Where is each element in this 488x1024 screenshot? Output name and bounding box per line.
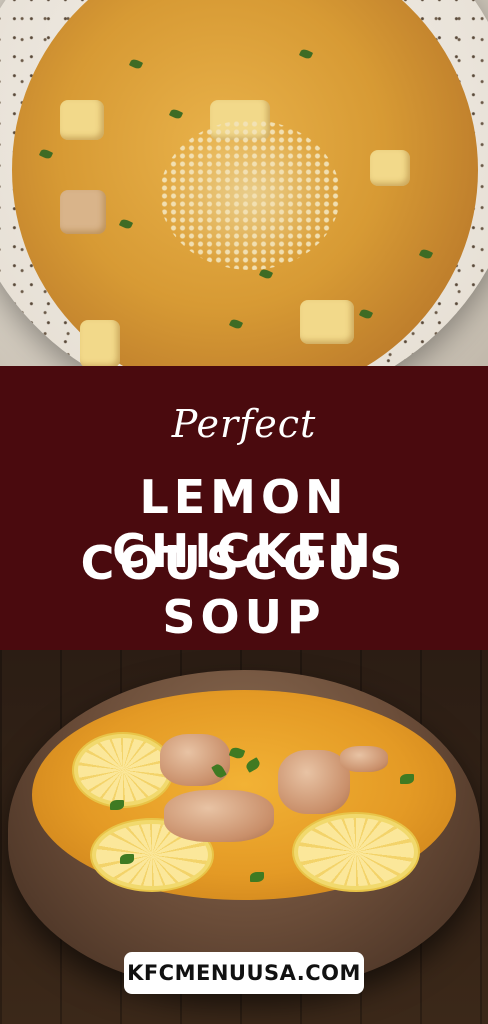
parsley-sprig xyxy=(110,800,124,810)
title-banner: Perfect LEMON CHICKEN COUSCOUS SOUP xyxy=(0,378,488,662)
chicken-piece xyxy=(164,790,274,842)
potato-chunk xyxy=(370,150,410,186)
chicken-piece xyxy=(340,746,388,772)
potato-chunk xyxy=(300,300,354,344)
parsley-sprig xyxy=(250,872,264,882)
website-badge[interactable]: KFCMENUUSA.COM xyxy=(124,952,364,994)
chicken-piece xyxy=(160,734,230,786)
lemon-slice xyxy=(294,814,418,890)
top-soup-photo xyxy=(0,0,488,400)
chicken-piece xyxy=(60,190,106,234)
potato-chunk xyxy=(80,320,120,368)
parsley-sprig xyxy=(400,774,414,784)
title-line-2: COUSCOUS SOUP xyxy=(80,536,408,644)
potato-chunk xyxy=(60,100,104,140)
parsley-sprig xyxy=(120,854,134,864)
couscous-pile xyxy=(160,120,340,270)
lemon-slice xyxy=(74,734,172,806)
tagline: Perfect xyxy=(171,402,317,446)
